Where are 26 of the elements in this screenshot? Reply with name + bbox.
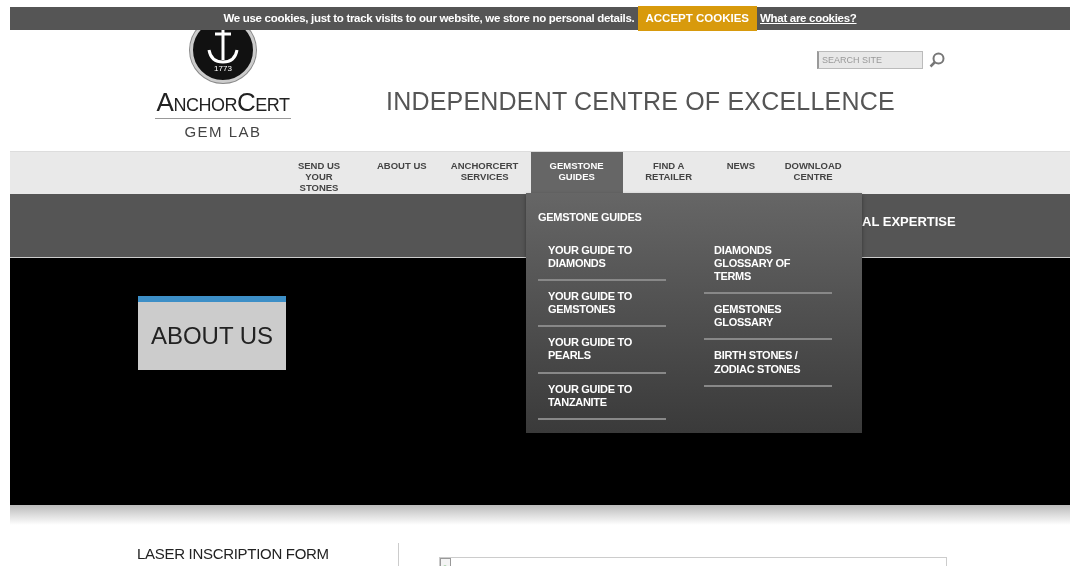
dropdown-link[interactable]: GEMSTONES GLOSSARY: [704, 303, 832, 341]
dropdown-link[interactable]: YOUR GUIDE TO TANZANITE: [538, 382, 666, 420]
dropdown-heading: GEMSTONE GUIDES: [538, 210, 643, 225]
dropdown-link[interactable]: YOUR GUIDE TO DIAMONDS: [538, 243, 666, 281]
nav-item[interactable]: ABOUT US: [365, 152, 439, 194]
nav-item[interactable]: DOWNLOAD CENTRE: [767, 152, 860, 194]
dropdown-link[interactable]: DIAMONDS GLOSSARY OF TERMS: [704, 243, 832, 295]
search-field[interactable]: SEARCH SITE: [817, 51, 923, 69]
logo-subtitle: GEM LAB: [184, 122, 262, 142]
dropdown-link[interactable]: BIRTH STONES / ZODIAC STONES: [704, 349, 832, 387]
page-title: ABOUT US: [138, 296, 286, 370]
dropdown-link[interactable]: YOUR GUIDE TO GEMSTONES: [538, 289, 666, 328]
search-icon[interactable]: [929, 52, 945, 68]
nav-item[interactable]: GEMSTONE GUIDES: [530, 152, 623, 195]
nav-item[interactable]: NEWS: [714, 152, 768, 194]
cookies-link[interactable]: What are cookies?: [760, 9, 857, 28]
sidebar-heading: LASER INSCRIPTION FORM: [137, 544, 330, 564]
dropdown-link[interactable]: YOUR GUIDE TO PEARLS: [538, 336, 666, 374]
logo-name: AnchorCert: [154, 89, 292, 119]
cookie-message: We use cookies, just to track visits to our website, we store no personal details.: [223, 10, 635, 26]
nav-item[interactable]: FIND A RETAILER: [622, 152, 715, 194]
nav-item[interactable]: ANCHORCERT SERVICES: [438, 152, 531, 194]
logo-year: 1773: [213, 63, 233, 75]
nav-item[interactable]: SEND US YOUR STONES: [273, 152, 365, 194]
banner-text: AL EXPERTISE: [862, 213, 956, 231]
site-tagline: INDEPENDENT CENTRE OF EXCELLENCE: [386, 86, 895, 117]
